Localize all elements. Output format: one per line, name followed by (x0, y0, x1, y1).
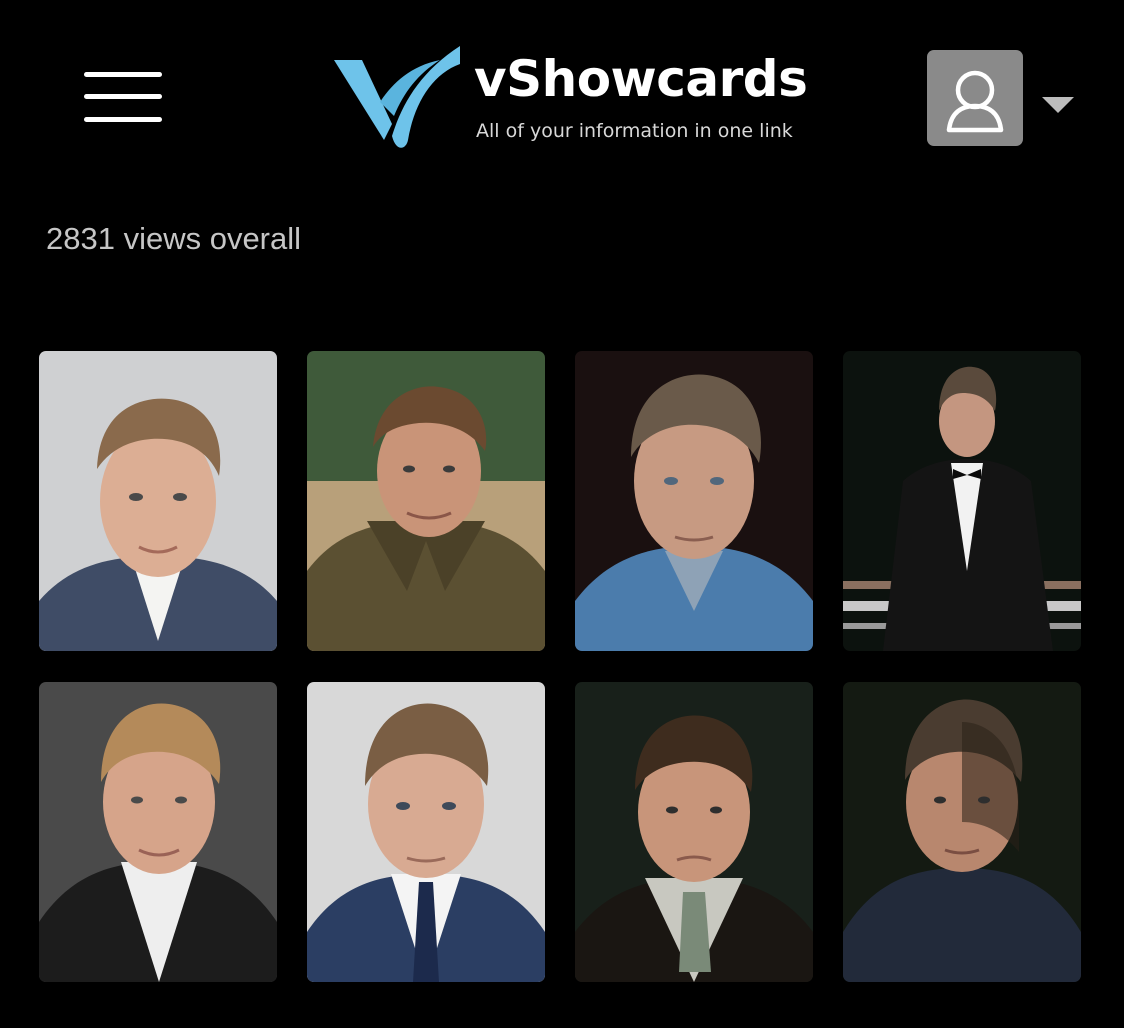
user-account-button[interactable] (927, 50, 1023, 146)
portrait-photo (843, 682, 1081, 982)
photo-thumbnail[interactable] (575, 351, 813, 651)
caret-down-icon[interactable] (1042, 97, 1074, 113)
photo-thumbnail[interactable] (843, 351, 1081, 651)
portrait-photo (307, 682, 545, 982)
portrait-photo (843, 351, 1081, 651)
menu-button[interactable] (84, 72, 162, 124)
hamburger-bar (84, 94, 162, 99)
vshowcards-logo-icon (334, 46, 460, 148)
hamburger-menu-icon (84, 72, 162, 77)
user-icon (946, 70, 1004, 133)
portrait-photo (39, 351, 277, 651)
photo-gallery (39, 351, 1081, 982)
photo-thumbnail[interactable] (39, 351, 277, 651)
portrait-photo (575, 682, 813, 982)
photo-thumbnail[interactable] (843, 682, 1081, 982)
photo-thumbnail[interactable] (575, 682, 813, 982)
brand-name: vShowcards (474, 50, 808, 108)
brand-tagline: All of your information in one link (476, 120, 793, 142)
photo-thumbnail[interactable] (307, 682, 545, 982)
hamburger-bar (84, 117, 162, 122)
portrait-photo (39, 682, 277, 982)
portrait-photo (575, 351, 813, 651)
brand-logo[interactable]: vShowcards All of your information in on… (332, 44, 812, 154)
photo-thumbnail[interactable] (39, 682, 277, 982)
photo-thumbnail[interactable] (307, 351, 545, 651)
portrait-photo (307, 351, 545, 651)
views-counter: 2831 views overall (46, 221, 302, 256)
